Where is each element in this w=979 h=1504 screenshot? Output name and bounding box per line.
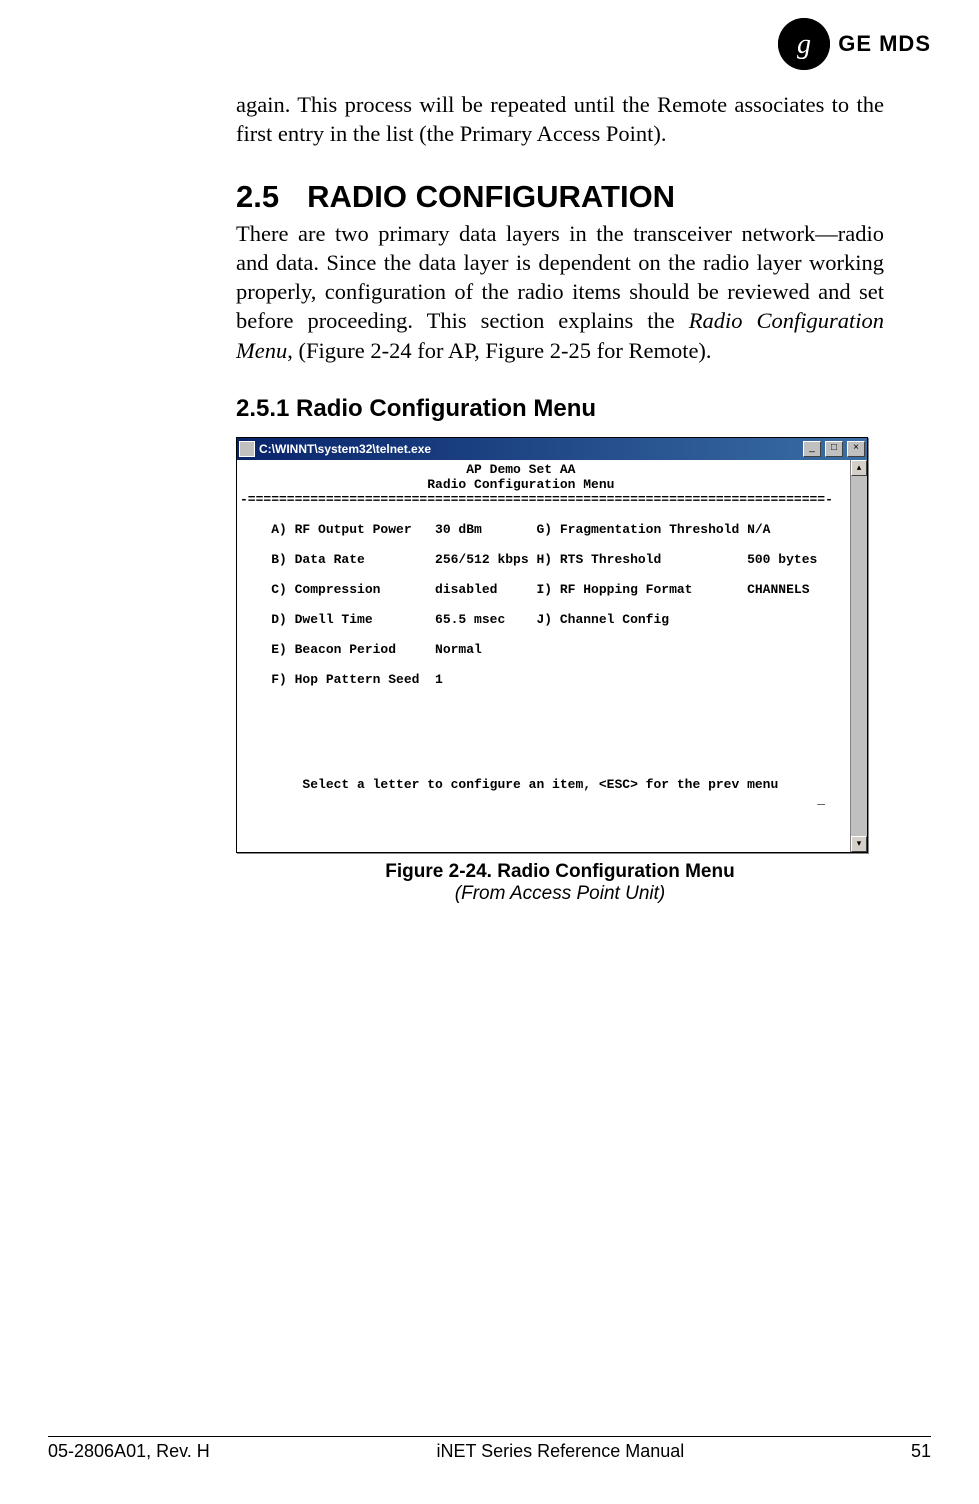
scroll-down-button[interactable]: ▾ (851, 836, 867, 852)
window-titlebar[interactable]: C:\WINNT\system32\telnet.exe _ □ × (237, 438, 867, 460)
subsection-heading: 2.5.1 Radio Configuration Menu (236, 395, 884, 423)
minimize-button[interactable]: _ (803, 441, 821, 457)
section-para-b: , (Figure 2-24 for AP, Figure 2-25 for R… (287, 338, 711, 363)
caption-subtitle: (From Access Point Unit) (236, 883, 884, 905)
scroll-up-button[interactable]: ▴ (851, 460, 867, 476)
section-heading: 2.5 RADIO CONFIGURATION (236, 179, 884, 215)
terminal-output[interactable]: AP Demo Set AA Radio Configuration Menu … (237, 460, 850, 852)
window-body: AP Demo Set AA Radio Configuration Menu … (237, 460, 867, 852)
window-title: C:\WINNT\system32\telnet.exe (259, 442, 799, 456)
section-paragraph: There are two primary data layers in the… (236, 219, 884, 365)
svg-text:g: g (797, 29, 811, 60)
app-icon (239, 441, 255, 457)
close-button[interactable]: × (847, 441, 865, 457)
section-number: 2.5 (236, 179, 279, 215)
page: g GE MDS again. This process will be rep… (0, 0, 979, 1504)
ge-monogram-icon: g (778, 18, 830, 70)
vertical-scrollbar[interactable]: ▴ ▾ (850, 460, 867, 852)
main-content: again. This process will be repeated unt… (236, 90, 884, 905)
maximize-button[interactable]: □ (825, 441, 843, 457)
footer-page-number: 51 (911, 1441, 931, 1462)
intro-paragraph: again. This process will be repeated unt… (236, 90, 884, 149)
brand-logo: g GE MDS (778, 18, 931, 70)
footer-doc-id: 05-2806A01, Rev. H (48, 1441, 210, 1462)
brand-text: GE MDS (838, 31, 931, 57)
telnet-window: C:\WINNT\system32\telnet.exe _ □ × AP De… (236, 437, 868, 853)
footer-manual-title: iNET Series Reference Manual (436, 1441, 684, 1462)
section-title: RADIO CONFIGURATION (307, 179, 675, 215)
figure-caption: Figure 2-24. Radio Configuration Menu (F… (236, 861, 884, 905)
page-footer: 05-2806A01, Rev. H iNET Series Reference… (48, 1436, 931, 1462)
caption-title: Figure 2-24. Radio Configuration Menu (236, 861, 884, 883)
